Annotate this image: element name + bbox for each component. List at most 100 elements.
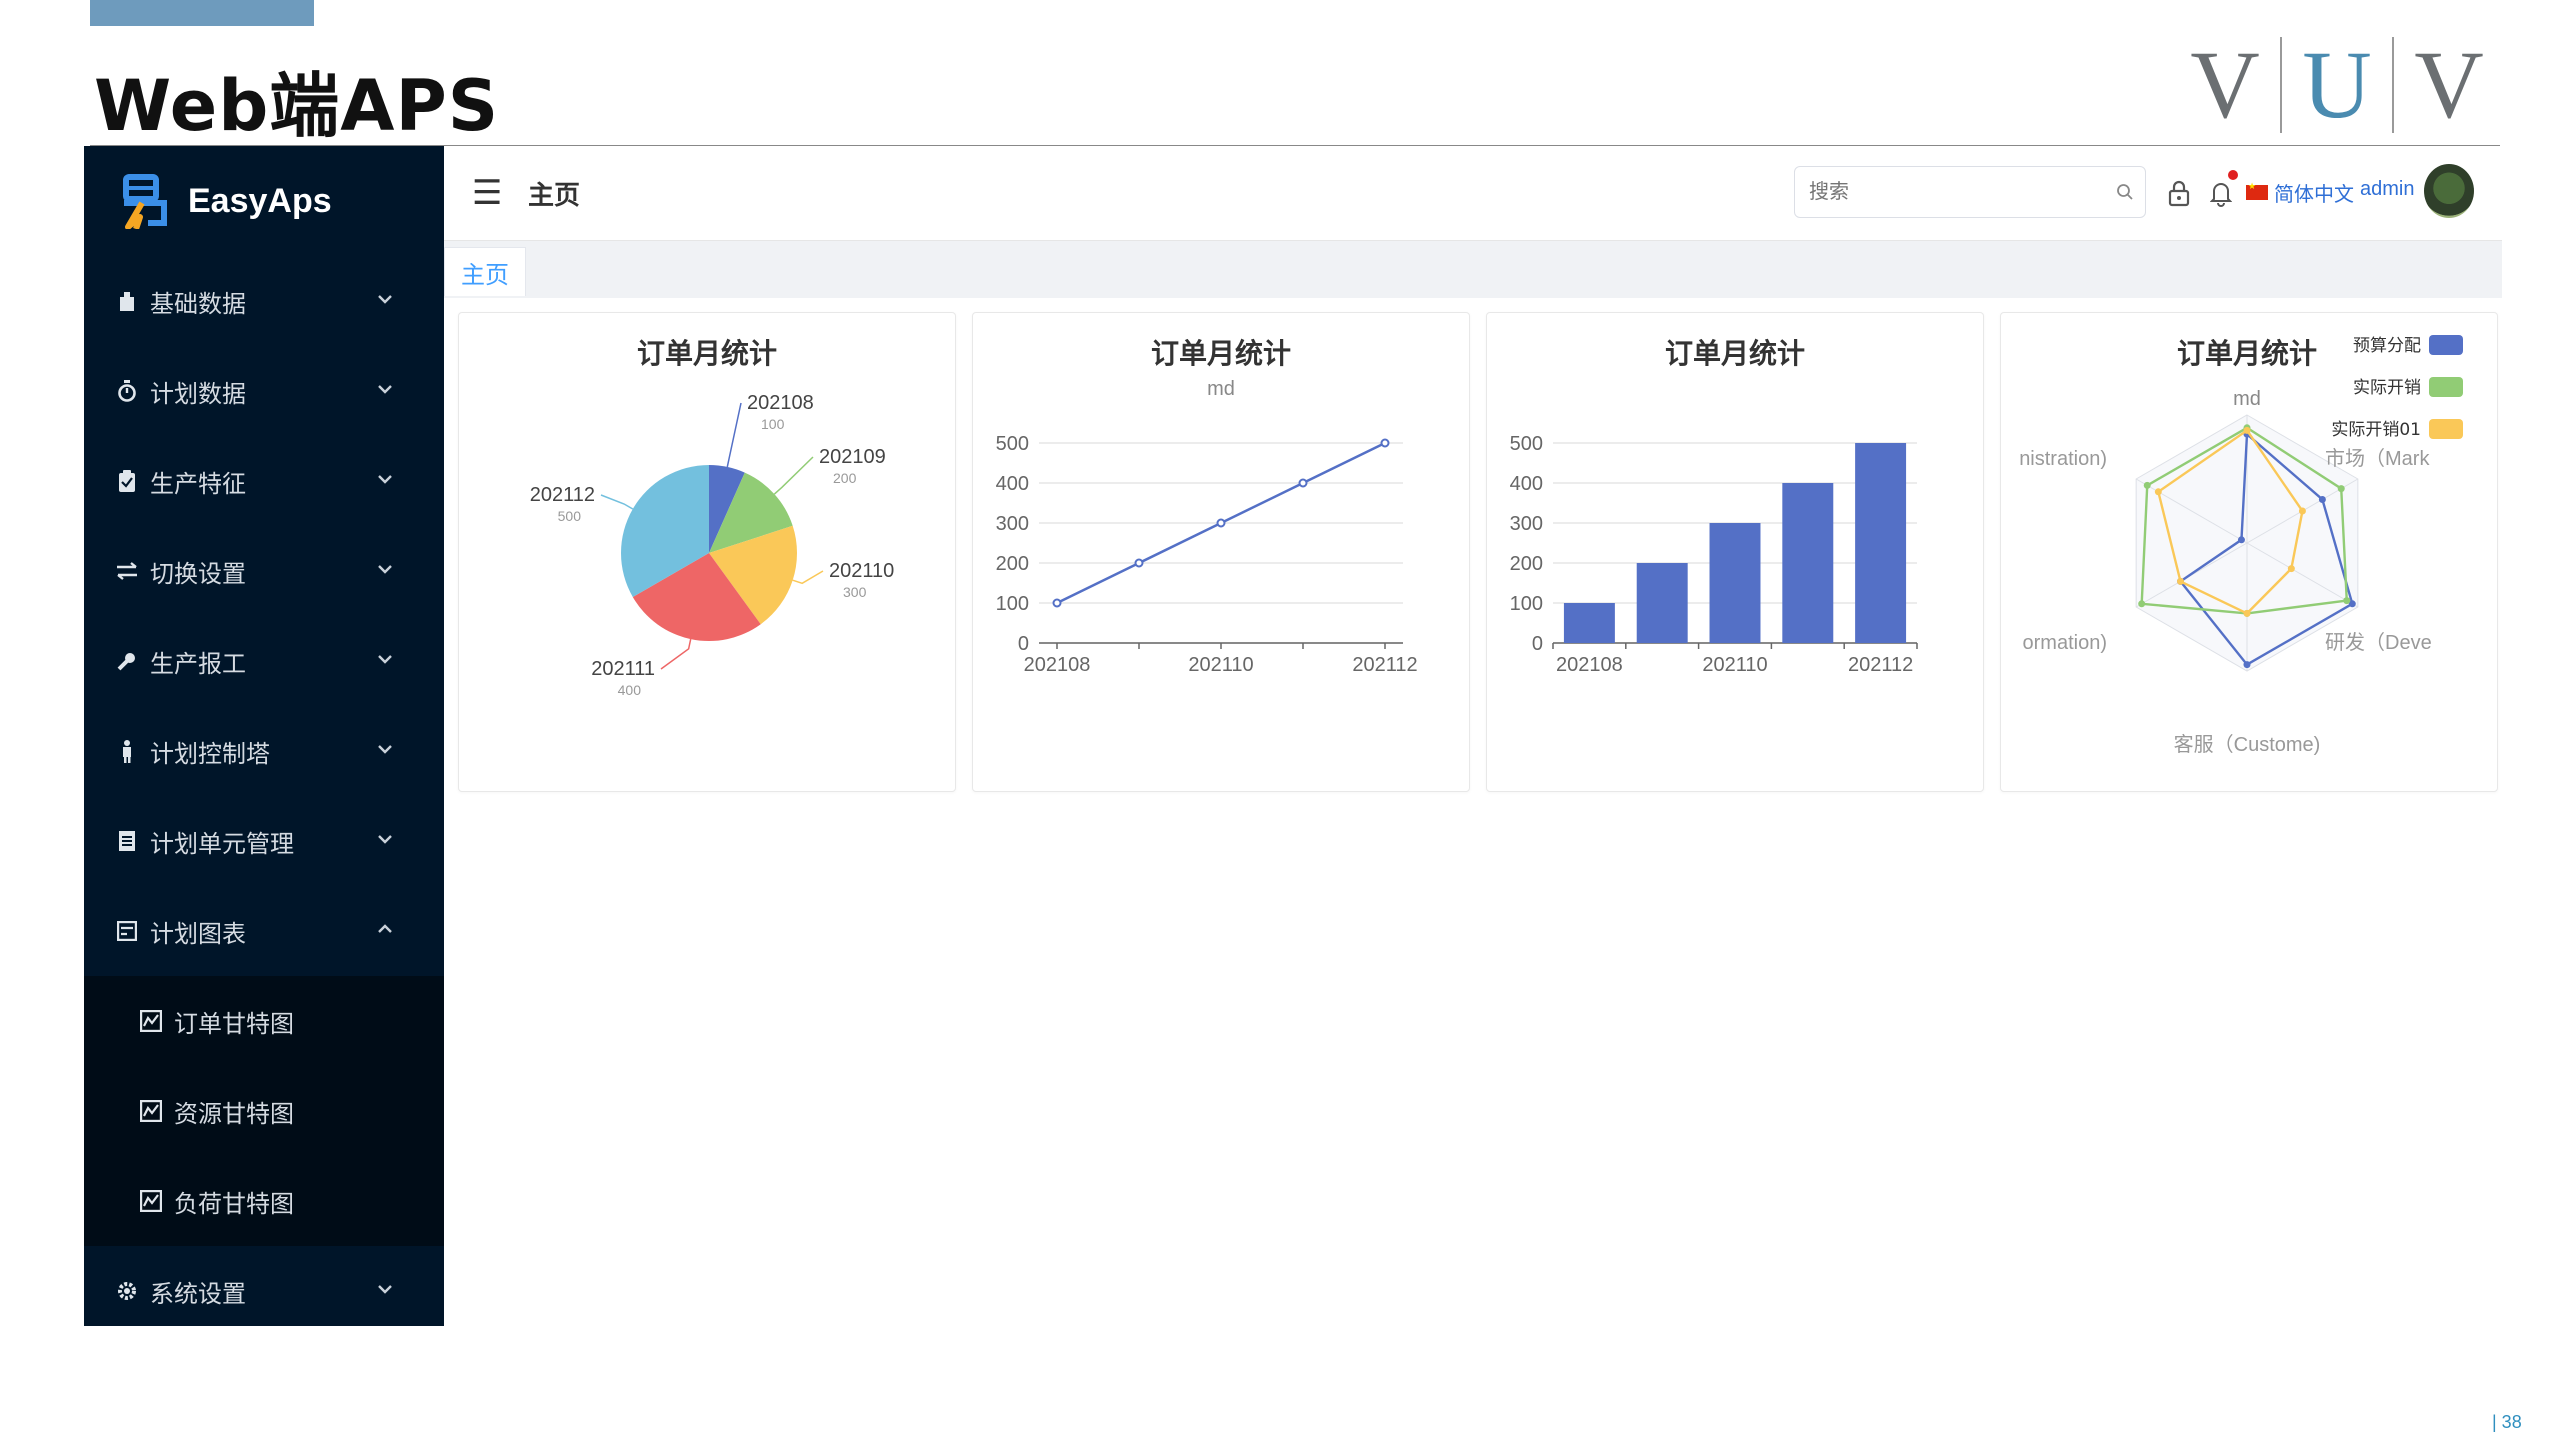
legend-label: 实际开销	[2353, 378, 2421, 398]
sidebar-item-label: 生产特征	[150, 469, 246, 498]
radar-point	[2243, 609, 2251, 617]
chevron-up-icon	[372, 916, 398, 942]
user-name[interactable]: admin	[2360, 178, 2414, 201]
sidebar-item-control-tower[interactable]: 计划控制塔	[84, 706, 444, 796]
sidebar-item-label: 生产报工	[150, 649, 246, 678]
pie-value-label: 400	[618, 682, 642, 698]
radar-point	[2287, 565, 2295, 573]
radar-indicator-label: ormation)	[2023, 632, 2107, 654]
database-icon	[116, 290, 138, 312]
chart-subtitle: md	[1207, 378, 1235, 400]
x-tick-label: 202108	[1556, 654, 1623, 676]
sidebar-item-plan-data[interactable]: 计划数据	[84, 346, 444, 436]
radar-indicator-label: 客服（Custome)	[2174, 733, 2321, 756]
brand[interactable]: EasyAps	[84, 146, 444, 256]
sidebar-item-label: 计划图表	[150, 919, 246, 948]
bell-icon[interactable]	[2204, 176, 2238, 210]
sidebar-item-label: 切换设置	[150, 559, 246, 588]
x-tick-label: 202110	[1702, 654, 1767, 676]
chevron-down-icon	[372, 826, 398, 852]
sidebar-item-switch-settings[interactable]: 切换设置	[84, 526, 444, 616]
logo-letter: V	[2414, 31, 2484, 138]
pie-label-line	[773, 456, 814, 495]
radar-point	[2298, 507, 2306, 515]
logo-letter: V	[2190, 31, 2260, 138]
sidebar-item-label: 计划单元管理	[150, 829, 294, 858]
bar	[1855, 443, 1907, 643]
pie-label-line	[600, 494, 634, 510]
timer-icon	[116, 380, 138, 402]
y-tick-label: 500	[996, 433, 1029, 455]
sidebar-item-resource-gantt[interactable]: 资源甘特图	[84, 1066, 444, 1156]
line-chart-card: 订单月统计 md 500 400 300 200 100 0 202108 202110 20211…	[972, 312, 1470, 792]
language-switch[interactable]: 简体中文	[2246, 178, 2354, 207]
sidebar-item-order-gantt[interactable]: 订单甘特图	[84, 976, 444, 1066]
radar-indicator-label: 市场（Mark	[2325, 447, 2430, 470]
sidebar: EasyAps 基础数据 计划数据 生产特征 切换设置 生产报工 计划控制塔 计…	[84, 146, 444, 1326]
menu-toggle-icon[interactable]: ☰	[472, 173, 502, 213]
pie-label: 202112	[530, 484, 595, 506]
bar	[1563, 603, 1615, 643]
sidebar-item-system-settings[interactable]: 系统设置	[84, 1246, 444, 1336]
radar-point	[2138, 600, 2146, 608]
legend-label: 实际开销01	[2331, 420, 2421, 440]
chart-board-icon	[116, 920, 138, 942]
top-header: ☰ 主页 简体中文 admin	[444, 146, 2502, 241]
plan-charts-submenu: 订单甘特图 资源甘特图 负荷甘特图	[84, 976, 444, 1246]
search-box	[1794, 166, 2146, 218]
data-point	[1134, 558, 1144, 568]
radar-point	[2318, 495, 2326, 503]
radar-point	[2176, 577, 2184, 585]
legend-swatch	[2429, 419, 2463, 439]
legend-swatch	[2429, 377, 2463, 397]
pie-label: 202108	[747, 392, 814, 414]
search-input[interactable]	[1807, 179, 2105, 205]
bar-chart-card: 订单月统计 500 400 300 200 100 0 202108 202110 202112	[1486, 312, 1984, 792]
data-point	[1298, 478, 1308, 488]
sidebar-item-load-gantt[interactable]: 负荷甘特图	[84, 1156, 444, 1246]
x-tick-label: 202110	[1188, 654, 1253, 676]
tower-icon	[116, 740, 138, 763]
y-tick-label: 300	[996, 513, 1029, 535]
chevron-down-icon	[372, 376, 398, 402]
header-title: 主页	[528, 180, 581, 211]
radar-point	[2243, 426, 2251, 434]
wrench-icon	[116, 650, 138, 672]
sidebar-item-production-features[interactable]: 生产特征	[84, 436, 444, 526]
sidebar-item-plan-charts[interactable]: 计划图表	[84, 886, 444, 976]
y-tick-label: 400	[996, 473, 1029, 495]
company-logo: V U V	[2170, 30, 2520, 140]
chevron-down-icon	[372, 556, 398, 582]
radar-point	[2337, 485, 2345, 493]
chart-title: 订单月统计	[1665, 337, 1805, 370]
logo-letter: U	[2302, 31, 2372, 138]
y-tick-label: 200	[1510, 553, 1543, 575]
document-icon	[116, 830, 138, 852]
pie-label-line	[792, 570, 824, 585]
y-tick-label: 0	[1018, 633, 1029, 655]
sidebar-item-label: 系统设置	[150, 1279, 246, 1308]
sidebar-item-plan-unit[interactable]: 计划单元管理	[84, 796, 444, 886]
sidebar-item-production-report[interactable]: 生产报工	[84, 616, 444, 706]
chevron-down-icon	[372, 646, 398, 672]
tab-home[interactable]: 主页	[444, 247, 526, 296]
avatar[interactable]	[2424, 164, 2474, 218]
lock-icon[interactable]	[2162, 176, 2196, 210]
sidebar-item-label: 负荷甘特图	[174, 1189, 294, 1218]
bar	[1782, 483, 1834, 643]
sidebar-item-basic-data[interactable]: 基础数据	[84, 256, 444, 346]
search-icon[interactable]	[2105, 183, 2145, 201]
page-number: | 38	[2492, 1412, 2522, 1432]
chevron-down-icon	[372, 286, 398, 312]
clipboard-icon	[116, 470, 138, 492]
gantt-icon	[140, 1100, 162, 1122]
pie-label: 202110	[829, 560, 894, 582]
sidebar-item-label: 计划控制塔	[150, 739, 270, 768]
slide-accent-bar	[90, 0, 314, 26]
y-tick-label: 100	[996, 593, 1029, 615]
easyaps-logo-icon	[123, 174, 167, 229]
data-point	[1380, 438, 1390, 448]
tabs-bar: 主页	[444, 241, 2502, 300]
sidebar-item-label: 计划数据	[150, 379, 246, 408]
y-tick-label: 0	[1532, 633, 1543, 655]
